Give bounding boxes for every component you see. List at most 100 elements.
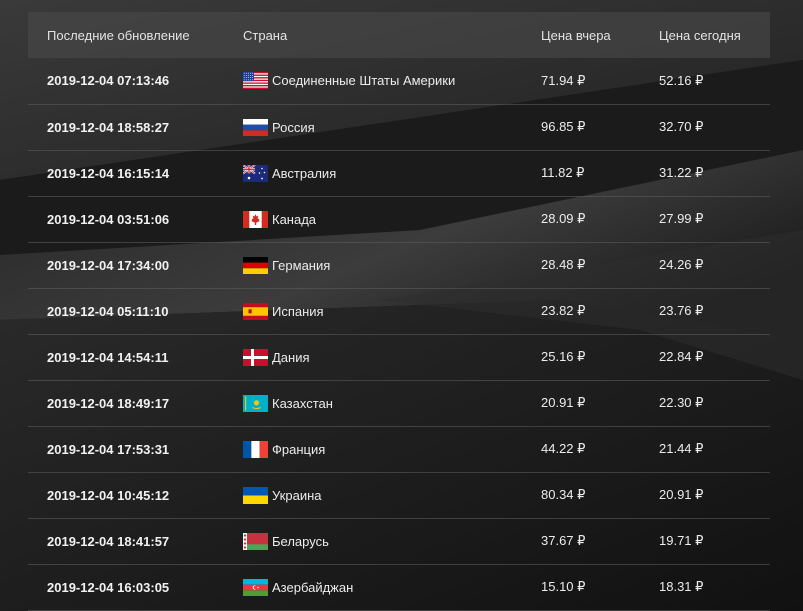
country-name: Россия [272,119,315,135]
country-with-flag: Австралия [243,164,541,182]
row-country-cell: Соединенные Штаты Америки [243,58,541,104]
row-price-yesterday: 37.67 ₽ [541,533,586,548]
country-name: Германия [272,257,331,273]
table-row[interactable]: 2019-12-04 16:03:05 Азербайджан 15.10 ₽ 18… [28,564,770,610]
row-country-cell: Азербайджан [243,564,541,610]
table-row[interactable]: 2019-12-04 17:34:00 Германия 28.48 ₽ 24.26 … [28,242,770,288]
row-country-cell: Германия [243,242,541,288]
fr-flag-icon [243,440,268,458]
table-row[interactable]: 2019-12-04 18:49:17 Казахстан 20.91 ₽ 22.3… [28,380,770,426]
row-price-today: 24.26 ₽ [659,257,704,272]
row-updated-timestamp: 2019-12-04 18:58:27 [47,119,170,135]
table-body: 2019-12-04 07:13:46 Соединенные Штаты Аме… [28,58,770,610]
row-country-cell: Австралия [243,150,541,196]
row-price-yesterday: 11.82 ₽ [541,165,585,180]
row-price-yesterday: 28.48 ₽ [541,257,586,272]
country-with-flag: Россия [243,118,541,136]
au-flag-icon [243,164,268,182]
row-country-cell: Россия [243,104,541,150]
row-updated-timestamp: 2019-12-04 18:41:57 [47,533,170,549]
ca-flag-icon [243,210,268,228]
country-name: Испания [272,303,324,319]
az-flag-icon [243,578,268,596]
row-price-today: 21.44 ₽ [659,441,704,456]
row-price-today: 52.16 ₽ [659,72,704,88]
row-price-today: 32.70 ₽ [659,119,704,134]
country-with-flag: Дания [243,348,541,366]
country-name: Дания [272,349,310,365]
row-price-today: 27.99 ₽ [659,211,704,226]
row-updated-timestamp: 2019-12-04 14:54:11 [47,349,169,365]
table-row[interactable]: 2019-12-04 17:53:31 Франция 44.22 ₽ 21.44 ₽ [28,426,770,472]
row-price-yesterday: 80.34 ₽ [541,487,586,502]
row-price-yesterday: 23.82 ₽ [541,303,586,318]
row-price-yesterday: 96.85 ₽ [541,119,586,134]
row-price-yesterday: 25.16 ₽ [541,349,586,364]
row-price-today: 22.30 ₽ [659,395,704,410]
row-price-yesterday: 15.10 ₽ [541,579,586,594]
row-price-today: 19.71 ₽ [659,533,704,548]
country-with-flag: Казахстан [243,394,541,412]
row-price-yesterday: 20.91 ₽ [541,395,586,410]
row-updated-timestamp: 2019-12-04 17:53:31 [47,441,170,457]
country-with-flag: Азербайджан [243,578,541,596]
country-name: Австралия [272,165,337,181]
column-header-updated[interactable]: Последние обновление [28,12,243,58]
country-name: Беларусь [272,533,329,549]
country-name: Казахстан [272,395,333,411]
price-table: Последние обновление Страна Цена вчера Ц… [28,12,770,611]
country-name: Украина [272,487,322,503]
de-flag-icon [243,256,268,274]
row-updated-timestamp: 2019-12-04 16:03:05 [47,579,170,595]
table-row[interactable]: 2019-12-04 18:58:27 Россия 96.85 ₽ 32.70 ₽ [28,104,770,150]
country-with-flag: Соединенные Штаты Америки [243,72,541,90]
row-updated-timestamp: 2019-12-04 05:11:10 [47,303,169,319]
column-header-price-yesterday[interactable]: Цена вчера [541,12,659,58]
row-updated-timestamp: 2019-12-04 18:49:17 [47,395,170,411]
row-updated-timestamp: 2019-12-04 07:13:46 [47,73,170,89]
price-table-container: Последние обновление Страна Цена вчера Ц… [28,12,770,611]
table-row[interactable]: 2019-12-04 16:15:14 Австралия 11.82 ₽ 31.2… [28,150,770,196]
row-country-cell: Дания [243,334,541,380]
dk-flag-icon [243,348,268,366]
table-row[interactable]: 2019-12-04 10:45:12 Украина 80.34 ₽ 20.91 ₽ [28,472,770,518]
row-country-cell: Канада [243,196,541,242]
country-with-flag: Украина [243,486,541,504]
country-with-flag: Германия [243,256,541,274]
row-country-cell: Франция [243,426,541,472]
country-name: Канада [272,211,317,227]
us-flag-icon [243,72,268,90]
row-price-yesterday: 44.22 ₽ [541,441,586,456]
row-updated-timestamp: 2019-12-04 16:15:14 [47,165,170,181]
table-header: Последние обновление Страна Цена вчера Ц… [28,12,770,58]
row-price-today: 20.91 ₽ [659,487,704,502]
country-name: Азербайджан [272,579,354,595]
row-country-cell: Украина [243,472,541,518]
row-price-today: 31.22 ₽ [659,165,704,180]
table-row[interactable]: 2019-12-04 05:11:10 Испания 23.82 ₽ 23.76 … [28,288,770,334]
country-name: Соединенные Штаты Америки [272,73,456,89]
country-with-flag: Испания [243,302,541,320]
row-price-yesterday: 71.94 ₽ [541,72,586,88]
ua-flag-icon [243,486,268,504]
kz-flag-icon [243,394,268,412]
table-row[interactable]: 2019-12-04 07:13:46 Соединенные Штаты Аме… [28,58,770,104]
row-updated-timestamp: 2019-12-04 03:51:06 [47,211,170,227]
row-country-cell: Испания [243,288,541,334]
table-row[interactable]: 2019-12-04 14:54:11 Дания 25.16 ₽ 22.84 ₽ [28,334,770,380]
row-country-cell: Казахстан [243,380,541,426]
es-flag-icon [243,302,268,320]
row-price-yesterday: 28.09 ₽ [541,211,586,226]
table-row[interactable]: 2019-12-04 03:51:06 Канада 28.09 ₽ 27.99 ₽ [28,196,770,242]
country-with-flag: Беларусь [243,532,541,550]
column-header-price-today[interactable]: Цена сегодня [659,12,770,58]
by-flag-icon [243,532,268,550]
row-price-today: 23.76 ₽ [659,303,704,318]
country-with-flag: Франция [243,440,541,458]
table-row[interactable]: 2019-12-04 18:41:57 Беларусь 37.67 ₽ 19.71… [28,518,770,564]
row-price-today: 22.84 ₽ [659,349,704,364]
column-header-country[interactable]: Страна [243,12,541,58]
row-country-cell: Беларусь [243,518,541,564]
ru-flag-icon [243,118,268,136]
country-name: Франция [272,441,326,457]
